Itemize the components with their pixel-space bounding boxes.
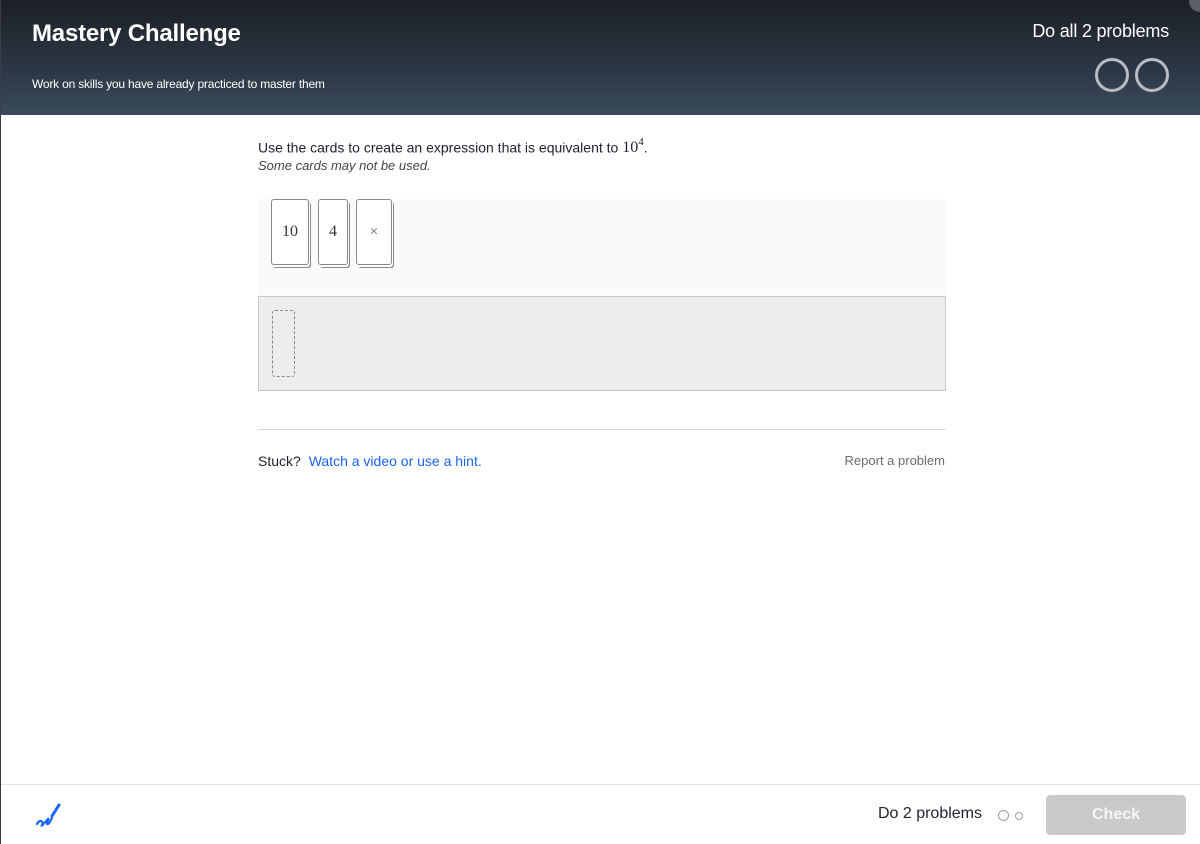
app-frame: Mastery Challenge Work on skills you hav… — [0, 0, 1200, 844]
prompt-suffix: . — [643, 139, 648, 156]
card-10[interactable]: 10 — [271, 199, 309, 265]
progress-dot — [998, 810, 1009, 821]
check-button[interactable]: Check — [1046, 795, 1186, 835]
report-problem-link[interactable]: Report a problem — [845, 453, 945, 468]
progress-circle — [1135, 58, 1169, 92]
pencil-scribble-icon[interactable] — [34, 801, 62, 829]
page-subtitle: Work on skills you have already practice… — [32, 77, 325, 91]
page-title: Mastery Challenge — [32, 20, 241, 47]
drop-slot[interactable] — [272, 310, 295, 377]
problem-count-label: Do 2 problems — [877, 805, 982, 822]
progress-circle — [1095, 58, 1129, 92]
footer-progress-dots — [998, 810, 1023, 821]
expression-base: 10 — [622, 139, 639, 157]
prompt-text: Use the cards to create an expression th… — [258, 139, 623, 156]
card-times[interactable]: × — [356, 199, 392, 265]
close-icon[interactable] — [1189, 0, 1200, 12]
prompt-expression: 104 — [622, 136, 644, 157]
help-row: Stuck? Watch a video or use a hint. — [258, 453, 482, 469]
progress-circles — [1095, 58, 1169, 92]
stuck-label: Stuck? — [258, 453, 301, 469]
answer-drop-zone[interactable] — [258, 296, 946, 391]
progress-dot — [1015, 811, 1023, 820]
card-4[interactable]: 4 — [318, 199, 348, 265]
expression-exponent: 4 — [638, 136, 644, 148]
problem-note: Some cards may not be used. — [258, 158, 431, 173]
goal-label: Do all 2 problems — [1032, 21, 1169, 41]
problem-prompt: Use the cards to create an expression th… — [258, 136, 648, 157]
hint-link[interactable]: Watch a video or use a hint. — [309, 453, 482, 469]
divider — [258, 429, 946, 430]
card-bank: 10 4 × — [258, 199, 946, 295]
footer: Do 2 problems Check — [1, 784, 1200, 844]
header: Mastery Challenge Work on skills you hav… — [1, 0, 1200, 115]
